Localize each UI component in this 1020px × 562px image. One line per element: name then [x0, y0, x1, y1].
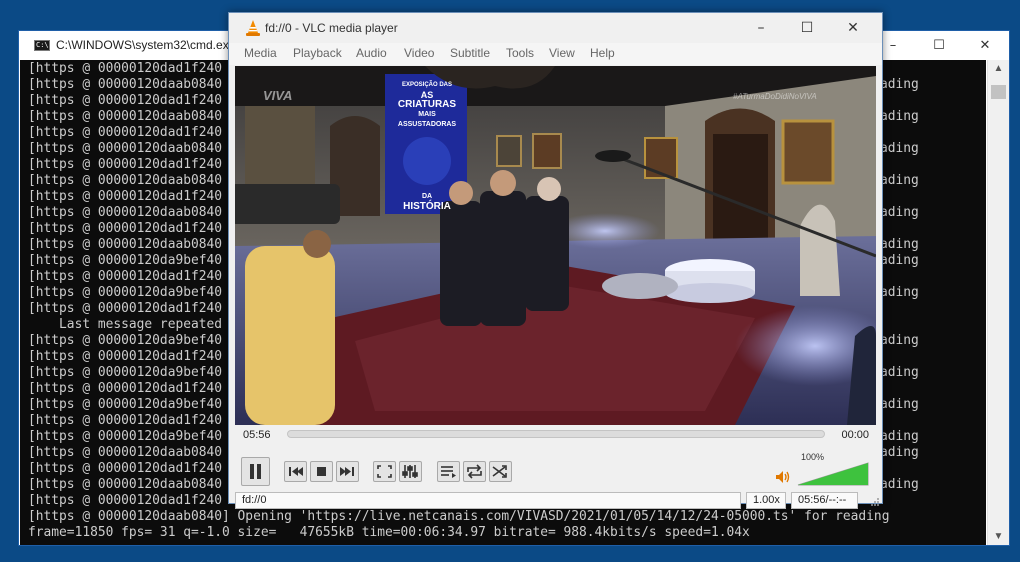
console-line-tail: ading [880, 365, 919, 380]
vlc-maximize-button[interactable]: ☐ [784, 13, 830, 43]
console-line-tail: ading [880, 253, 919, 268]
console-line-tail [880, 381, 919, 397]
video-frame [235, 66, 876, 425]
status-time[interactable]: 05:56/--:-- [791, 492, 858, 509]
console-line-tail [880, 189, 919, 205]
status-media: fd://0 [235, 492, 741, 509]
banner-line: ASSUSTADORAS [397, 121, 457, 128]
volume-icon[interactable] [774, 469, 792, 485]
banner-line: EXPOSIÇÃO DAS [401, 82, 452, 88]
console-line-tail: ading [880, 141, 919, 156]
pause-icon [250, 464, 261, 479]
cmd-scrollbar[interactable]: ▲ ▼ [987, 60, 1009, 545]
volume-slider[interactable] [797, 462, 869, 486]
console-line-tail: ading [880, 429, 919, 444]
console-line-tail [880, 413, 919, 429]
scroll-up-icon[interactable]: ▲ [988, 60, 1009, 77]
playlist-button[interactable] [437, 461, 460, 482]
video-display[interactable]: VIVA #ATurmaDoDidiNoVIVA EXPOSIÇÃO DAS A… [235, 66, 876, 425]
banner-line: CRIATURAS [397, 99, 457, 110]
fullscreen-icon [377, 465, 392, 478]
watermark-right: #ATurmaDoDidiNoVIVA [733, 92, 817, 101]
console-line-tail: ading [880, 445, 919, 460]
menu-subtitle[interactable]: Subtitle [450, 46, 490, 60]
console-line-tail: ading [880, 285, 919, 300]
console-line-tail: ading [880, 173, 919, 188]
console-line-tail [880, 301, 919, 317]
cmd-maximize-button[interactable]: ☐ [916, 31, 962, 60]
menu-audio[interactable]: Audio [356, 46, 387, 60]
console-line-tail [880, 269, 919, 285]
menu-help[interactable]: Help [590, 46, 615, 60]
console-line-tail: ading [880, 77, 919, 92]
console-line: [https @ 00000120daab0840] Opening 'http… [28, 509, 890, 524]
console-line-tail [880, 493, 919, 509]
vlc-cone-icon [246, 20, 260, 36]
playlist-icon [441, 466, 456, 478]
scrollbar-thumb[interactable] [991, 85, 1006, 99]
shuffle-button[interactable] [489, 461, 512, 482]
cmd-close-button[interactable]: ✕ [962, 31, 1008, 60]
menu-video[interactable]: Video [404, 46, 434, 60]
resize-grip-icon[interactable] [870, 497, 880, 507]
console-line-tail [880, 157, 919, 173]
console-line-tail: ading [880, 397, 919, 412]
vlc-status-bar: fd://0 1.00x 05:56/--:-- [229, 491, 882, 511]
menu-tools[interactable]: Tools [506, 46, 534, 60]
banner-text: EXPOSIÇÃO DAS AS CRIATURAS MAIS ASSUSTAD… [387, 80, 467, 212]
console-line-tail [880, 349, 919, 365]
extended-settings-icon [402, 465, 418, 478]
vlc-window: fd://0 - VLC media player – ☐ ✕ Media Pl… [228, 12, 883, 509]
stop-icon [317, 467, 326, 476]
next-button[interactable] [336, 461, 359, 482]
console-line-tail [880, 61, 919, 77]
volume-percent: 100% [801, 452, 825, 462]
console-line-tail [880, 509, 919, 525]
previous-button[interactable] [284, 461, 307, 482]
vlc-window-title: fd://0 - VLC media player [265, 21, 398, 35]
console-line-tail: ading [880, 237, 919, 252]
loop-icon [467, 464, 482, 479]
previous-icon [289, 467, 303, 476]
console-line-tail: ading [880, 333, 919, 348]
extended-settings-button[interactable] [399, 461, 422, 482]
cmd-icon: C:\ [34, 40, 50, 51]
vlc-titlebar[interactable]: fd://0 - VLC media player – ☐ ✕ [229, 13, 882, 43]
vlc-close-button[interactable]: ✕ [830, 13, 876, 43]
menu-media[interactable]: Media [244, 46, 277, 60]
next-icon [340, 467, 354, 476]
menu-playback[interactable]: Playback [293, 46, 342, 60]
banner-line: HISTÓRIA [403, 201, 451, 212]
console-line: frame=11850 fps= 31 q=-1.0 size= 47655kB… [28, 525, 750, 540]
pause-button[interactable] [241, 457, 270, 486]
console-line-tail [880, 125, 919, 141]
elapsed-time: 05:56 [243, 429, 271, 441]
banner-line: MAIS [418, 111, 436, 118]
vlc-minimize-button[interactable]: – [738, 13, 784, 43]
watermark-left: VIVA [263, 88, 293, 103]
console-line-tail [880, 93, 919, 109]
shuffle-icon [492, 465, 507, 478]
console-line-tail: ading [880, 109, 919, 124]
fullscreen-button[interactable] [373, 461, 396, 482]
loop-button[interactable] [463, 461, 486, 482]
stop-button[interactable] [310, 461, 333, 482]
scroll-down-icon[interactable]: ▼ [988, 528, 1009, 545]
total-time: 00:00 [841, 429, 869, 441]
console-line-tail [880, 317, 919, 333]
console-line-tail [880, 525, 919, 541]
seek-bar[interactable] [287, 430, 825, 438]
console-line-tail [880, 461, 919, 477]
vlc-controls: 05:56 00:00 100% fd://0 1.00x 05:56/--:-… [229, 425, 882, 509]
console-line-tail: ading [880, 205, 919, 220]
cmd-window-title: C:\WINDOWS\system32\cmd.exe [56, 38, 236, 52]
vlc-menubar: Media Playback Audio Video Subtitle Tool… [229, 43, 882, 65]
console-line-tail [880, 221, 919, 237]
status-playback-speed[interactable]: 1.00x [746, 492, 786, 509]
menu-view[interactable]: View [549, 46, 575, 60]
console-line-tail: ading [880, 477, 919, 492]
